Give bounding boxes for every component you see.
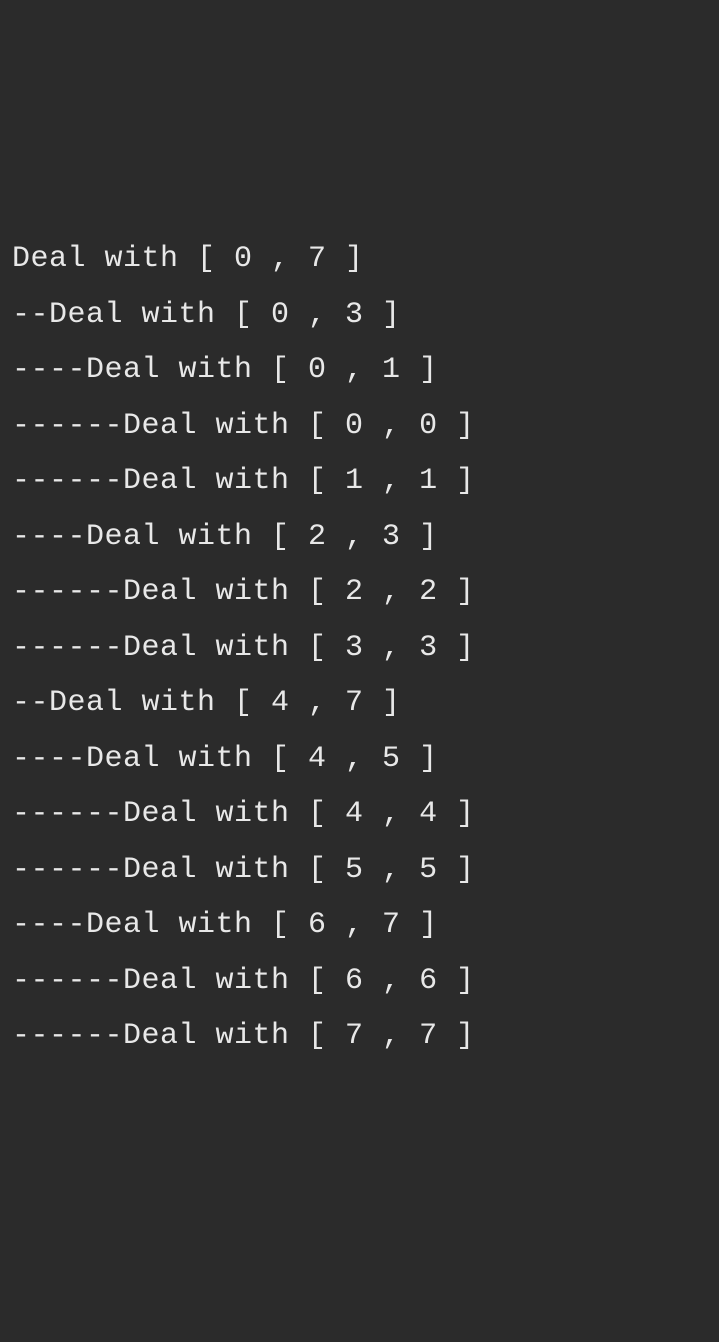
output-line: ----Deal with [ 2 , 3 ]	[12, 510, 707, 566]
output-line: ------Deal with [ 3 , 3 ]	[12, 621, 707, 677]
output-line: ----Deal with [ 4 , 5 ]	[12, 732, 707, 788]
terminal-output: Deal with [ 0 , 7 ]--Deal with [ 0 , 3 ]…	[12, 232, 707, 1065]
output-line: ------Deal with [ 6 , 6 ]	[12, 954, 707, 1010]
output-line: ------Deal with [ 1 , 1 ]	[12, 454, 707, 510]
output-line: ------Deal with [ 5 , 5 ]	[12, 843, 707, 899]
output-line: Deal with [ 0 , 7 ]	[12, 232, 707, 288]
output-line: ----Deal with [ 0 , 1 ]	[12, 343, 707, 399]
output-line: ------Deal with [ 7 , 7 ]	[12, 1009, 707, 1065]
output-line: ----Deal with [ 6 , 7 ]	[12, 898, 707, 954]
output-line: --Deal with [ 4 , 7 ]	[12, 676, 707, 732]
output-line: ------Deal with [ 0 , 0 ]	[12, 399, 707, 455]
output-line: ------Deal with [ 2 , 2 ]	[12, 565, 707, 621]
output-line: ------Deal with [ 4 , 4 ]	[12, 787, 707, 843]
output-line: --Deal with [ 0 , 3 ]	[12, 288, 707, 344]
